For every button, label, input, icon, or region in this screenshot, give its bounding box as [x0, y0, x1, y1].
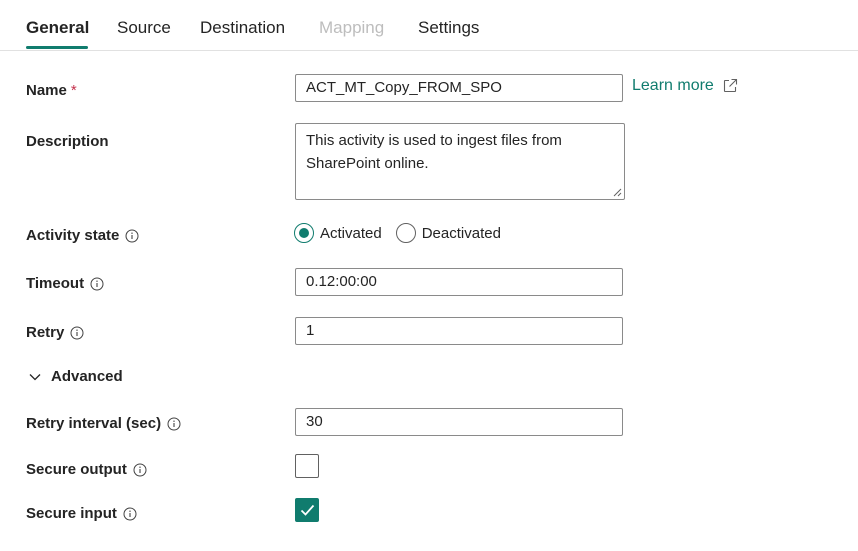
required-mark: * — [70, 82, 77, 99]
info-icon[interactable] — [167, 417, 181, 431]
timeout-label: Timeout — [26, 275, 104, 292]
radio-deactivated-label: Deactivated — [421, 224, 501, 242]
secure-input-label: Secure input — [26, 505, 137, 522]
retry-interval-input[interactable]: 30 — [295, 408, 623, 436]
name-label-text: Name — [26, 82, 67, 99]
tab-general[interactable]: General — [26, 18, 89, 38]
radio-activated-label: Activated — [320, 224, 382, 242]
activity-state-radio-group: Activated Deactivated — [294, 223, 515, 243]
chevron-down-icon — [29, 373, 41, 380]
checkmark-icon — [300, 504, 315, 516]
tab-mapping: Mapping — [319, 18, 385, 37]
secure-output-checkbox[interactable] — [295, 454, 319, 478]
name-label: Name * — [26, 82, 77, 99]
info-icon[interactable] — [133, 463, 147, 477]
activity-state-label: Activity state — [26, 227, 139, 244]
info-icon[interactable] — [90, 277, 104, 291]
radio-deactivated-circle[interactable] — [395, 223, 416, 243]
external-link-icon — [723, 78, 737, 93]
tab-destination[interactable]: Destination — [200, 18, 285, 38]
retry-input[interactable]: 1 — [295, 317, 623, 345]
info-icon[interactable] — [123, 507, 137, 521]
active-tab-indicator — [26, 46, 88, 49]
description-label: Description — [26, 133, 109, 150]
learn-more-link[interactable]: Learn more — [632, 77, 738, 95]
resize-grip-icon[interactable] — [613, 188, 622, 197]
retry-interval-label: Retry interval (sec) — [26, 415, 181, 432]
name-input[interactable]: ACT_MT_Copy_FROM_SPO — [295, 74, 623, 102]
secure-input-checkbox[interactable] — [295, 498, 319, 522]
timeout-input[interactable]: 0.12:00:00 — [295, 268, 623, 296]
tab-settings[interactable]: Settings — [418, 18, 479, 38]
info-icon[interactable] — [70, 326, 84, 340]
description-textarea[interactable]: This activity is used to ingest files fr… — [295, 123, 625, 200]
retry-interval-label-text: Retry interval (sec) — [26, 415, 162, 432]
learn-more-text: Learn more — [632, 77, 714, 94]
tab-bar: General Source Destination Mapping Setti… — [0, 0, 858, 51]
secure-output-label: Secure output — [26, 461, 147, 478]
radio-deactivated[interactable]: Deactivated — [395, 223, 501, 243]
radio-activated-circle[interactable] — [294, 223, 314, 243]
secure-input-label-text: Secure input — [26, 505, 117, 522]
description-text: This activity is used to ingest files fr… — [306, 132, 562, 172]
retry-label: Retry — [26, 324, 84, 341]
advanced-label: Advanced — [51, 368, 123, 385]
tab-source[interactable]: Source — [117, 18, 171, 38]
advanced-toggle[interactable]: Advanced — [28, 368, 123, 385]
activity-state-label-text: Activity state — [26, 227, 120, 244]
radio-activated[interactable]: Activated — [294, 223, 382, 243]
retry-label-text: Retry — [26, 324, 65, 341]
secure-output-label-text: Secure output — [26, 461, 127, 478]
timeout-label-text: Timeout — [26, 275, 85, 292]
info-icon[interactable] — [125, 229, 139, 243]
